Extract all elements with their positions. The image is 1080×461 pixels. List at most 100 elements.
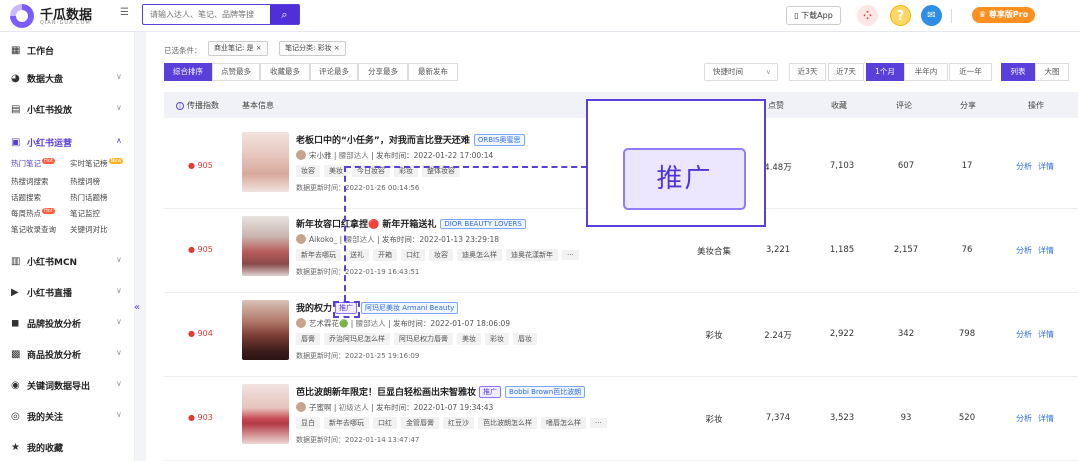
brand-tag[interactable]: DIOR BEAUTY LOVERS [440,219,526,229]
tab-time-1y[interactable]: 近一年 [949,63,992,81]
sidebar-item-brand-analysis[interactable]: ◼ 品牌投放分析 ∨ [0,314,135,334]
subitem-hotword-rank[interactable]: 热搜词榜 [70,176,100,187]
subitem-note-query[interactable]: 笔记收录查询 [11,224,56,235]
note-thumbnail[interactable] [242,384,289,444]
view-list-button[interactable]: 列表 [1001,63,1035,81]
brand-tag[interactable]: ORBIS奥蜜思 [473,134,525,146]
tag[interactable]: 新年去哪玩 [324,417,369,429]
tab-sort-comments[interactable]: 评论最多 [310,63,358,81]
search-button[interactable]: ⌕ [270,5,299,24]
pro-button[interactable]: ♛ 尊享版Pro [972,7,1035,23]
tag[interactable]: 唇膏 [296,333,320,345]
analyze-link[interactable]: 分析 [1016,414,1032,423]
detail-link[interactable]: 详情 [1038,246,1054,255]
detail-link[interactable]: 详情 [1038,330,1054,339]
tag[interactable]: 金管唇膏 [401,417,439,429]
tag[interactable]: 红豆沙 [443,417,474,429]
download-app-button[interactable]: ▯ 下载App [786,6,841,25]
more-tags-button[interactable]: ··· [562,250,579,260]
analyze-link[interactable]: 分析 [1016,162,1032,171]
tag[interactable]: 妆容 [429,249,453,261]
tag[interactable]: 彩妆 [485,333,509,345]
avatar[interactable] [296,402,306,412]
tab-sort-overall[interactable]: 综合排序 [164,63,212,81]
note-thumbnail[interactable] [242,300,289,360]
sidebar-item-workbench[interactable]: ▦ 工作台 [0,41,135,61]
tab-sort-shares[interactable]: 分享最多 [358,63,408,81]
apps-icon[interactable]: ⁘ [857,5,878,26]
note-title[interactable]: 老板口中的“小任务”，对我而言比登天还难 ORBIS奥蜜思 [296,133,525,146]
tag[interactable]: 芭比波朗怎么样 [478,417,537,429]
quick-time-select[interactable]: 快捷时间 ∨ [704,63,778,81]
tag[interactable]: 妆容 [296,165,320,177]
note-title[interactable]: 我的权力 推广 阿玛尼美妆 Armani Beauty [296,301,459,314]
tag[interactable]: 乔治阿玛尼怎么样 [324,333,390,345]
avatar[interactable] [296,318,306,328]
filter-chip-category[interactable]: 笔记分类: 彩妆 × [279,41,346,56]
detail-link[interactable]: 详情 [1038,414,1054,423]
filter-chip-commercial[interactable]: 商业笔记: 是 × [208,41,268,56]
author-name[interactable]: 宋小雅 [309,151,332,160]
more-tags-button[interactable]: ··· [590,418,607,428]
tab-time-3d[interactable]: 近3天 [789,63,826,81]
collapse-sidebar-icon[interactable]: « [134,302,140,313]
note-title[interactable]: 芭比波朗新年限定！巨显白轻松画出宋智雅妆 推广 Bobbi Brown芭比波朗 [296,385,586,398]
note-thumbnail[interactable] [242,132,289,192]
tag[interactable]: 美妆 [457,333,481,345]
header-like[interactable]: 点赞 [768,100,784,111]
sidebar-item-keyword-export[interactable]: ◉ 关键词数据导出 ∨ [0,376,135,396]
sidebar-item-xhs-ops[interactable]: ▣ 小红书运营 ∧ [0,133,135,153]
header-collect[interactable]: 收藏 [831,100,847,111]
header-index[interactable]: i 传播指数 [176,100,219,111]
author-name[interactable]: 艺术霖花🟢 [309,319,348,328]
tab-sort-likes[interactable]: 点赞最多 [212,63,260,81]
header-share[interactable]: 分享 [960,100,976,111]
tab-time-half-year[interactable]: 半年内 [904,63,948,81]
help-icon[interactable]: ? [890,5,911,26]
subitem-note-monitor[interactable]: 笔记监控 [70,208,100,219]
tag[interactable]: 唇妆 [513,333,537,345]
author-name[interactable]: Aikoko_ [309,235,337,244]
logo[interactable]: 千瓜数据 QIAN-GUA.COM [10,3,130,29]
sidebar-item-my-follow[interactable]: ◎ 我的关注 ∨ [0,407,135,427]
tag[interactable]: 送礼 [345,249,369,261]
brand-tag[interactable]: 阿玛尼美妆 Armani Beauty [361,302,459,314]
sidebar-item-product-analysis[interactable]: ▩ 商品投放分析 ∨ [0,345,135,365]
subitem-keyword-compare[interactable]: 关键词对比 [70,224,108,235]
tag[interactable]: 嗜唇怎么样 [541,417,586,429]
note-thumbnail[interactable] [242,216,289,276]
tab-sort-collects[interactable]: 收藏最多 [260,63,310,81]
tag[interactable]: 开箱 [373,249,397,261]
tag[interactable]: 迪奥怎么样 [457,249,502,261]
tab-sort-latest[interactable]: 最新发布 [408,63,458,81]
tag[interactable]: 显白 [296,417,320,429]
sidebar-item-xhs-ads[interactable]: ▤ 小红书投放 ∨ [0,100,135,120]
analyze-link[interactable]: 分析 [1016,330,1032,339]
author-name[interactable]: 子蜜啊 [309,403,332,412]
tag[interactable]: 迪奥花漾新年 [506,249,558,261]
sidebar-item-dashboard[interactable]: ◕ 数据大盘 ∨ [0,69,135,89]
sidebar-item-xhs-live[interactable]: ▶ 小红书直播 ∨ [0,283,135,303]
tag[interactable]: 口红 [401,249,425,261]
tag[interactable]: 新年去哪玩 [296,249,341,261]
mail-icon[interactable]: ✉ [921,5,942,26]
header-comment[interactable]: 评论 [896,100,912,111]
tag[interactable]: 阿玛尼权力唇膏 [394,333,453,345]
tag[interactable]: 口红 [373,417,397,429]
subitem-topic-search[interactable]: 话题搜索 [11,192,41,203]
brand-tag[interactable]: Bobbi Brown芭比波朗 [505,386,586,398]
avatar[interactable] [296,150,306,160]
subitem-hot-notes[interactable]: 热门笔记 Hot [11,158,55,169]
note-title[interactable]: 新年妆容口红拿捏🔴 新年开箱送礼 DIOR BEAUTY LOVERS [296,217,526,230]
subitem-hotword-search[interactable]: 热搜词搜索 [11,176,49,187]
analyze-link[interactable]: 分析 [1016,246,1032,255]
sidebar-item-my-favorites[interactable]: ★ 我的收藏 [0,438,135,458]
detail-link[interactable]: 详情 [1038,162,1054,171]
view-grid-button[interactable]: 大图 [1035,63,1069,81]
sidebar-item-xhs-mcn[interactable]: ▥ 小红书MCN ∨ [0,252,135,272]
subitem-weekly-hot[interactable]: 每周热点 Hot [11,208,55,219]
tab-time-7d[interactable]: 近7天 [828,63,864,81]
search-input[interactable] [143,5,271,24]
menu-toggle-icon[interactable]: ☰ [120,8,130,18]
avatar[interactable] [296,234,306,244]
